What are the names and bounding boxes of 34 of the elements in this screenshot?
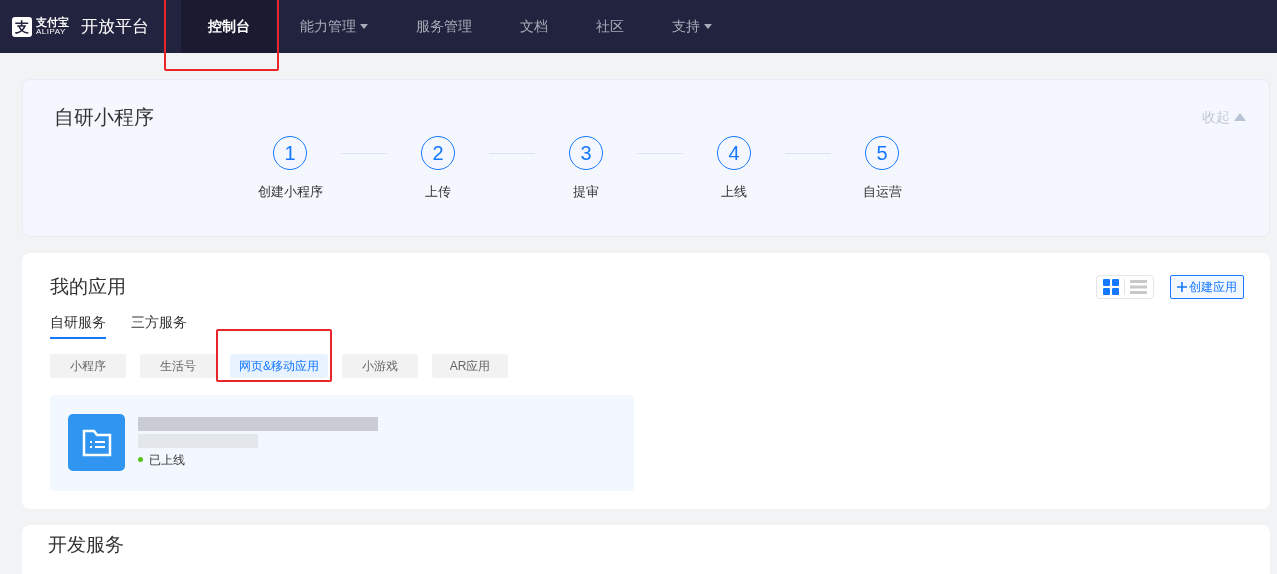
grid-view-icon[interactable] bbox=[1103, 279, 1119, 296]
status-text: 已上线 bbox=[149, 451, 185, 469]
nav-tab[interactable]: 文档 bbox=[496, 0, 572, 53]
step-label: 创建小程序 bbox=[257, 183, 323, 201]
card-title: 开发服务 bbox=[48, 534, 124, 555]
create-app-button[interactable]: 创建应用 bbox=[1170, 275, 1244, 300]
nav-tab[interactable]: 能力管理 bbox=[276, 0, 392, 53]
logo-text: 支付宝 bbox=[36, 17, 69, 28]
step-label: 上线 bbox=[721, 183, 747, 201]
logo-mark: 支 bbox=[12, 16, 32, 37]
caret-icon bbox=[704, 24, 712, 29]
step-label: 自运营 bbox=[862, 183, 902, 201]
nav-tab[interactable]: 社区 bbox=[572, 0, 648, 53]
category-tab[interactable]: 生活号 bbox=[140, 353, 216, 378]
category-tab[interactable]: 小程序 bbox=[50, 353, 126, 378]
triangle-up-icon bbox=[1234, 113, 1246, 121]
category-tab[interactable]: AR应用 bbox=[432, 353, 508, 378]
nav-tab[interactable]: 控制台 bbox=[181, 0, 276, 53]
nav-tab[interactable]: 服务管理 bbox=[392, 0, 496, 53]
step-label: 提审 bbox=[573, 183, 599, 201]
category-tab[interactable]: 网页&移动应用 bbox=[230, 353, 328, 378]
card-title: 我的应用 bbox=[50, 275, 126, 299]
service-tab[interactable]: 三方服务 bbox=[131, 311, 187, 339]
platform-title: 开放平台 bbox=[81, 15, 149, 38]
logo-subtitle: ALIPAY bbox=[36, 28, 67, 36]
plus-icon bbox=[1177, 282, 1187, 293]
card-title: 自研小程序 bbox=[54, 105, 154, 130]
folder-icon bbox=[81, 428, 112, 457]
app-card[interactable]: 已上线 bbox=[50, 394, 634, 491]
service-tab[interactable]: 自研服务 bbox=[50, 311, 106, 339]
step-label: 上传 bbox=[425, 183, 451, 201]
category-tab[interactable]: 小游戏 bbox=[342, 353, 418, 378]
nav-tab[interactable]: 支持 bbox=[648, 0, 736, 53]
caret-icon bbox=[360, 24, 368, 29]
